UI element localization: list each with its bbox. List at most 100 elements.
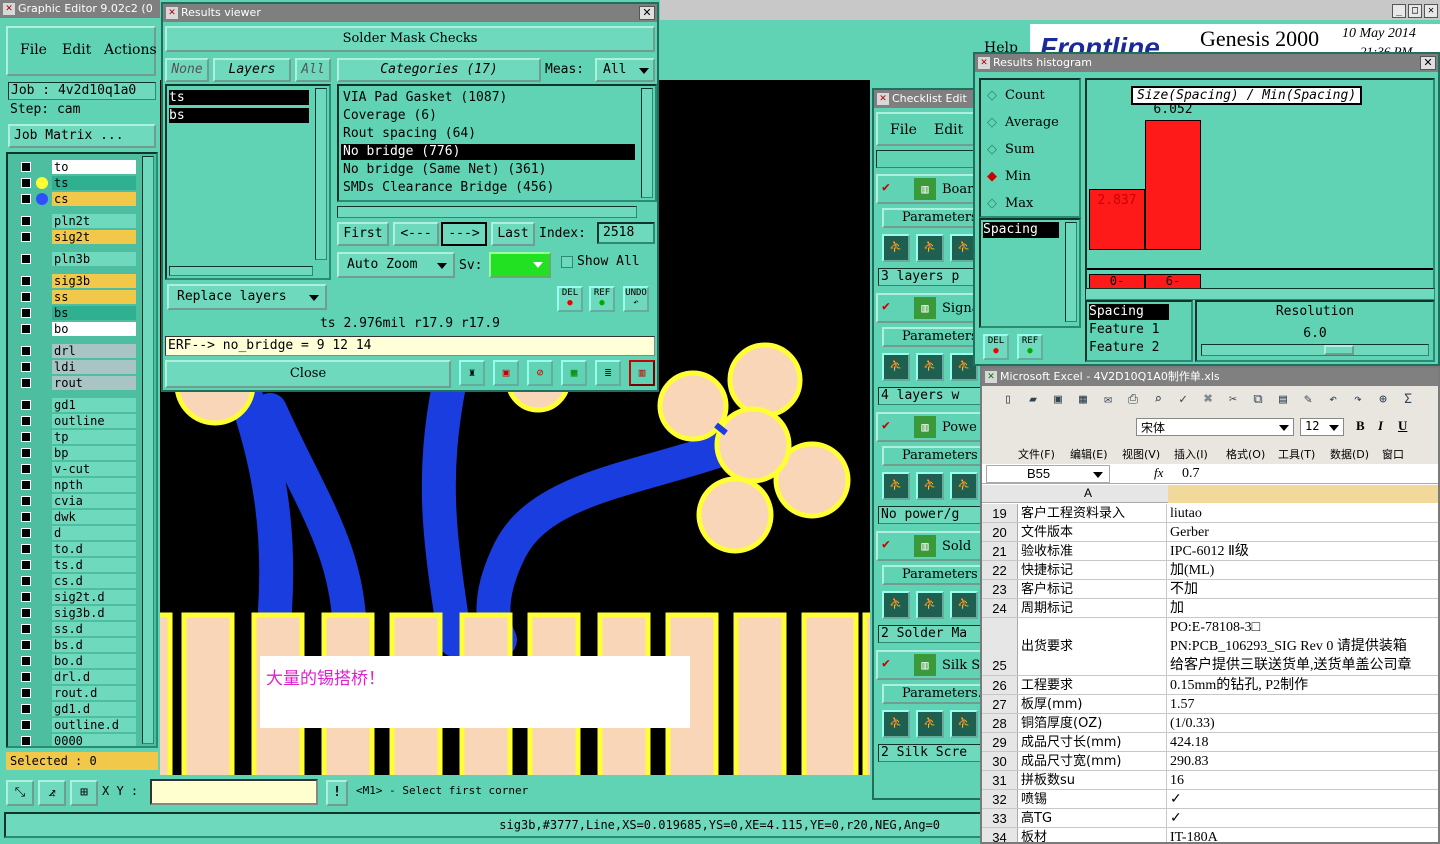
layer-row-to.d[interactable]: to.d [18, 542, 136, 556]
cell-b[interactable]: ✓ [1168, 809, 1438, 827]
layer-checkbox[interactable] [21, 448, 31, 458]
close-button[interactable]: ✕ [1424, 4, 1438, 18]
layer-row-cvia[interactable]: cvia [18, 494, 136, 508]
pin-icon[interactable]: ♜ [459, 360, 485, 386]
cell-b[interactable]: ✓ [1168, 790, 1438, 808]
cell-b[interactable]: (1/0.33) [1168, 714, 1438, 732]
layer-checkbox[interactable] [21, 560, 31, 570]
row-number[interactable]: 26 [982, 676, 1018, 694]
column-a-header[interactable]: A [1084, 486, 1092, 500]
layer-checkbox[interactable] [21, 308, 31, 318]
category-vscroll[interactable] [641, 88, 653, 198]
excel-menu-item[interactable]: 文件(F) [1018, 446, 1055, 462]
layer-checkbox[interactable] [21, 528, 31, 538]
index-input[interactable]: 2518 [597, 222, 655, 244]
layer-row-gd1.d[interactable]: gd1.d [18, 702, 136, 716]
meas-select[interactable]: All [595, 58, 655, 82]
maximize-button[interactable]: □ [1408, 4, 1422, 18]
run-icon[interactable]: ⛹ [882, 710, 910, 738]
preview-icon[interactable]: ⌕ [1148, 392, 1168, 410]
layer-checkbox[interactable] [21, 276, 31, 286]
cell-a[interactable]: 成品尺寸宽(mm) [1019, 752, 1167, 770]
layer-row-ldi[interactable]: ldi [18, 360, 136, 374]
layer-checkbox[interactable] [21, 592, 31, 602]
cell-b[interactable]: 不加 [1168, 580, 1438, 598]
option-average[interactable]: ◇ Average [987, 113, 1077, 133]
run-all-icon[interactable]: ⛹ [916, 472, 944, 500]
option-min[interactable]: ◆ Min [987, 167, 1077, 187]
layer-row-npth[interactable]: npth [18, 478, 136, 492]
close-icon[interactable]: ✕ [639, 6, 655, 20]
bold-button[interactable]: B [1356, 418, 1365, 434]
cell-a[interactable]: 板材 [1019, 828, 1167, 842]
layer-row-sig2t.d[interactable]: sig2t.d [18, 590, 136, 604]
layer-checkbox[interactable] [21, 640, 31, 650]
excel-menu-item[interactable]: 格式(O) [1226, 446, 1265, 462]
layer-checkbox[interactable] [21, 736, 31, 746]
cell-a[interactable]: 客户标记 [1019, 580, 1167, 598]
layer-list-scrollbar[interactable] [142, 156, 154, 744]
row-number[interactable]: 22 [982, 561, 1018, 579]
layer-row-cs.d[interactable]: cs.d [18, 574, 136, 588]
paste-icon[interactable]: ▤ [1273, 392, 1293, 410]
run-all-icon[interactable]: ⛹ [916, 353, 944, 381]
option-max[interactable]: ◇ Max [987, 194, 1077, 214]
layer-row-v-cut[interactable]: v-cut [18, 462, 136, 476]
del-icon[interactable]: DEL ● [983, 334, 1009, 360]
layer-checkbox[interactable] [21, 292, 31, 302]
category-hscroll[interactable] [337, 206, 637, 218]
cell-b[interactable]: 加(ML) [1168, 561, 1438, 579]
category-item[interactable]: SMDs Clearance Bridge (456) [341, 180, 635, 196]
layer-checkbox[interactable] [21, 480, 31, 490]
close-dialog-button[interactable]: Close [165, 360, 451, 388]
calendar-icon[interactable]: ▦ [561, 360, 587, 386]
layer-row-pln3b[interactable]: pln3b [18, 252, 136, 266]
row-number[interactable]: 33 [982, 809, 1018, 827]
cell-a[interactable]: 验收标准 [1019, 542, 1167, 560]
layer-row-0000[interactable]: 0000 [18, 734, 136, 746]
run-icon[interactable]: ⛹ [882, 472, 910, 500]
layer-row-bs.d[interactable]: bs.d [18, 638, 136, 652]
undo-icon[interactable]: UNDO ↶ [623, 286, 649, 312]
open-icon[interactable]: ▰ [1023, 392, 1043, 410]
cell-b[interactable]: PO:E-78108-3□ PN:PCB_106293_SIG Rev 0 请提供… [1168, 618, 1438, 675]
layer-checkbox[interactable] [21, 688, 31, 698]
layer-list-hscroll[interactable] [169, 266, 313, 276]
layer-item-ts[interactable]: ts [169, 90, 309, 105]
report-disabled-icon[interactable]: ⊘ [527, 360, 553, 386]
row-number[interactable]: 27 [982, 695, 1018, 713]
layer-checkbox[interactable] [21, 656, 31, 666]
layer-row-outline.d[interactable]: outline.d [18, 718, 136, 732]
cell-b[interactable]: 16 [1168, 771, 1438, 789]
cell-b[interactable]: 424.18 [1168, 733, 1438, 751]
layer-checkbox[interactable] [21, 464, 31, 474]
format-painter-icon[interactable]: ✎ [1298, 392, 1318, 410]
prev-button[interactable]: <--- [393, 222, 439, 246]
layer-row-pln2t[interactable]: pln2t [18, 214, 136, 228]
ref-icon[interactable]: REF ● [589, 286, 615, 312]
first-button[interactable]: First [337, 222, 389, 246]
del-icon[interactable]: DEL ● [557, 286, 583, 312]
layer-checkbox[interactable] [21, 704, 31, 714]
spell-icon[interactable]: ✓ [1173, 392, 1193, 410]
field-item-spacing[interactable]: Spacing [983, 222, 1059, 238]
email-icon[interactable]: ✉ [1098, 392, 1118, 410]
auto-zoom-select[interactable]: Auto Zoom [337, 252, 455, 278]
entry-header[interactable]: ✔ ▥ Boar [876, 174, 980, 204]
layer-row-ss[interactable]: ss [18, 290, 136, 304]
chart-hscroll[interactable] [1085, 288, 1435, 300]
minimize-button[interactable]: _ [1392, 4, 1406, 18]
layer-row-drl.d[interactable]: drl.d [18, 670, 136, 684]
layer-row-rout.d[interactable]: rout.d [18, 686, 136, 700]
row-number[interactable]: 32 [982, 790, 1018, 808]
excel-menu-item[interactable]: 视图(V) [1122, 446, 1160, 462]
next-button[interactable]: ---> [441, 222, 487, 246]
cell-a[interactable]: 拼板数su [1019, 771, 1167, 789]
layer-checkbox[interactable] [21, 416, 31, 426]
entry-header[interactable]: ✔ ▥ Powe [876, 412, 980, 442]
row-number[interactable]: 34 [982, 828, 1018, 842]
layer-row-sig2t[interactable]: sig2t [18, 230, 136, 244]
cell-a[interactable]: 喷锡 [1019, 790, 1167, 808]
layer-row-bo[interactable]: bo [18, 322, 136, 336]
cell-a[interactable]: 出货要求 [1019, 618, 1167, 675]
